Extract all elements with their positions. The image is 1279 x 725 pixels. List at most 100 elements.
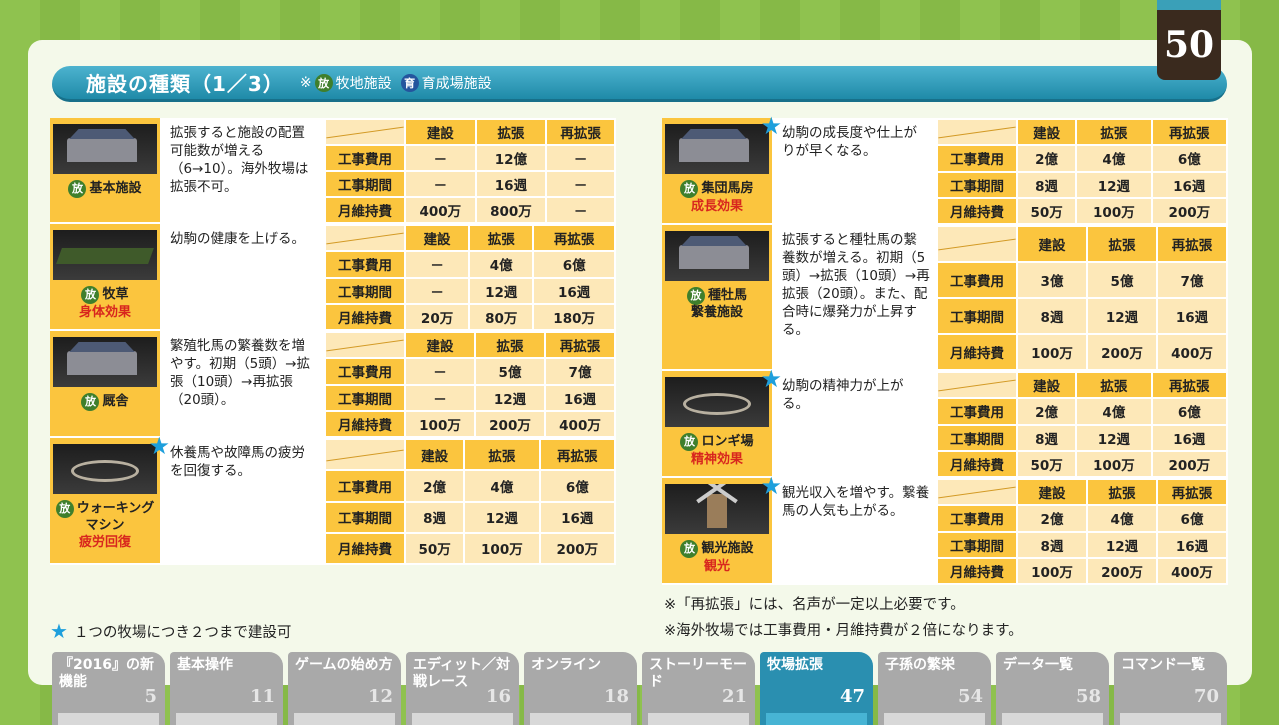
tab-strip [648,713,749,725]
tab-strip [1120,713,1221,725]
tab-3[interactable]: ゲームの始め方 12 [288,652,401,725]
facility-thumbnail [665,124,769,174]
tab-7[interactable]: 牧場拡張 47 [760,652,873,725]
cost-value: 16週 [532,276,616,305]
cost-value: 50万 [1015,196,1078,226]
column-header: 拡張 [474,118,548,146]
cost-table: 建設 拡張 再拡張 工事費用 2億 4億 6億 工事期間 8週 12週 16週 月維持費 50万 100万… [936,117,1229,226]
tab-strip [176,713,277,725]
cost-value: 12週 [468,276,535,305]
facility-name-text: 種牡馬 [707,288,747,303]
limit-star-icon: ★ [760,365,782,393]
tab-9[interactable]: データ一覧 58 [996,652,1109,725]
cost-table: 建設 拡張 再拡張 工事費用 3億 5億 7億 工事期間 8週 12週 16週 月維持費 100万 200… [936,225,1228,371]
cost-value: 8週 [1015,423,1078,452]
facility-name-text: ウォーキング [76,501,155,516]
cost-value: 16週 [538,500,617,534]
row-label: 工事費用 [324,144,406,172]
row-label: 月維持費 [324,409,406,439]
pasture-badge-icon: 放 [68,180,87,198]
facility-name: 放厩舎 [81,393,129,411]
cost-value: 2億 [1015,397,1078,426]
tab-6[interactable]: ストーリーモード 21 [642,652,755,725]
tab-strip [766,713,867,725]
facility-description: 拡張すると施設の配置可能数が増える（6→10）。海外牧場は拡張不可。 [162,118,324,222]
column-header: 建設 [1016,477,1088,507]
row-label: 工事期間 [936,170,1018,199]
cost-value: － [545,144,616,172]
legend-note: ※ 放 牧地施設 育 育成場施設 [300,73,492,93]
tab-8[interactable]: 子孫の繁栄 54 [878,652,991,725]
cost-value: 400万 [544,409,616,439]
cost-value: 2億 [1016,504,1088,533]
pasture-badge-icon: 放 [81,393,100,411]
right-facility-table: 放集団馬房 成長効果 ★ 幼駒の成長度や仕上がりが早くなる。 建設 拡張 再拡張 工事費用 2億… [662,114,1229,586]
cost-value: 4億 [1075,397,1153,426]
row-label: 工事期間 [324,170,406,198]
cost-value: 16週 [1150,170,1229,199]
tab-strip [412,713,513,725]
tab-page-number: 21 [721,686,747,707]
facility-name: 放ウォーキング [55,500,155,518]
bld-graphic [679,138,749,162]
cost-table: 建設 拡張 再拡張 工事費用－ 12億－工事期間－ 16週－月維持費 400万 800万－ [324,118,616,224]
cost-value: 12週 [474,383,546,412]
cost-table: 建設 拡張 再拡張 工事費用－ 5億 7億 工事期間－ 12週 16週 月維持費 100万 200万 4… [324,330,616,439]
tab-1[interactable]: 『2016』の新機能 5 [52,652,165,725]
header-corner [936,477,1018,507]
row-label: 工事期間 [324,383,406,412]
cost-value: 7億 [544,357,616,386]
star-legend: ★ １つの牧場につき２つまで建設可 [50,619,291,643]
column-header: 建設 [403,437,466,472]
header-corner [324,118,406,146]
pasture-badge-icon: 放 [81,286,100,304]
column-header: 再拡張 [545,118,616,146]
row-label: 工事費用 [324,250,406,279]
pasture-label: 牧地施設 [335,75,392,92]
facility-description: 休養馬や故障馬の疲労を回復する。 [162,438,324,563]
tab-4[interactable]: エディット／対戦レース 16 [406,652,519,725]
cost-value: 5億 [474,357,546,386]
facility-effect: 精神効果 [690,452,743,467]
tab-page-number: 18 [603,686,629,707]
cost-value: 200万 [1150,196,1229,226]
facility-row: 放集団馬房 成長効果 ★ 幼駒の成長度や仕上がりが早くなる。 建設 拡張 再拡張 工事費用 2億… [662,114,1229,226]
cost-value: 400万 [1156,333,1228,371]
column-header: 再拡張 [1150,370,1229,400]
cost-value: 100万 [404,409,476,439]
facility-row: 放厩舎 繁殖牝馬の繁養数を増やす。初期（5頭）→拡張（10頭）→再拡張（20頭）。… [50,330,616,439]
row-label: 工事費用 [936,144,1018,173]
tab-10[interactable]: コマンド一覧 70 [1114,652,1227,725]
facility-thumbnail [53,124,157,174]
pasture-badge-icon: 放 [55,500,74,518]
column-header: 拡張 [1086,477,1158,507]
cost-value: 100万 [1016,333,1088,371]
pasture-badge-icon: 放 [314,73,333,92]
header-corner [324,223,406,253]
cost-value: 20万 [403,302,471,332]
cost-value: 200万 [474,409,546,439]
cost-value: 80万 [468,302,535,332]
cost-value: 8週 [1016,530,1088,559]
row-label: 工事期間 [936,530,1018,559]
column-header: 建設 [1016,225,1088,263]
page-number: 50 [1157,0,1221,80]
tab-2[interactable]: 基本操作 11 [170,652,283,725]
cost-table: 建設 拡張 再拡張 工事費用－ 4億 6億 工事期間－ 12週 16週 月維持費 20万 80万 180… [324,223,616,332]
cost-value: － [403,250,471,279]
tab-strip [884,713,985,725]
star-icon: ★ [50,619,68,643]
star-legend-text: １つの牧場につき２つまで建設可 [73,624,292,641]
cost-value: 12週 [1086,297,1158,335]
cost-value: 50万 [1015,449,1078,479]
tab-page-number: 54 [957,686,983,707]
tab-5[interactable]: オンライン 18 [524,652,637,725]
facility-name-text: ロンギ場 [701,434,754,449]
row-label: 月維持費 [324,302,406,332]
cost-value: － [404,170,477,198]
left-facility-table: 放基本施設 拡張すると施設の配置可能数が増える（6→10）。海外牧場は拡張不可。建… [50,118,617,566]
row-label: 工事費用 [936,397,1018,426]
row-label: 月維持費 [936,556,1018,586]
bld-graphic [679,245,749,269]
header-corner [324,330,406,360]
